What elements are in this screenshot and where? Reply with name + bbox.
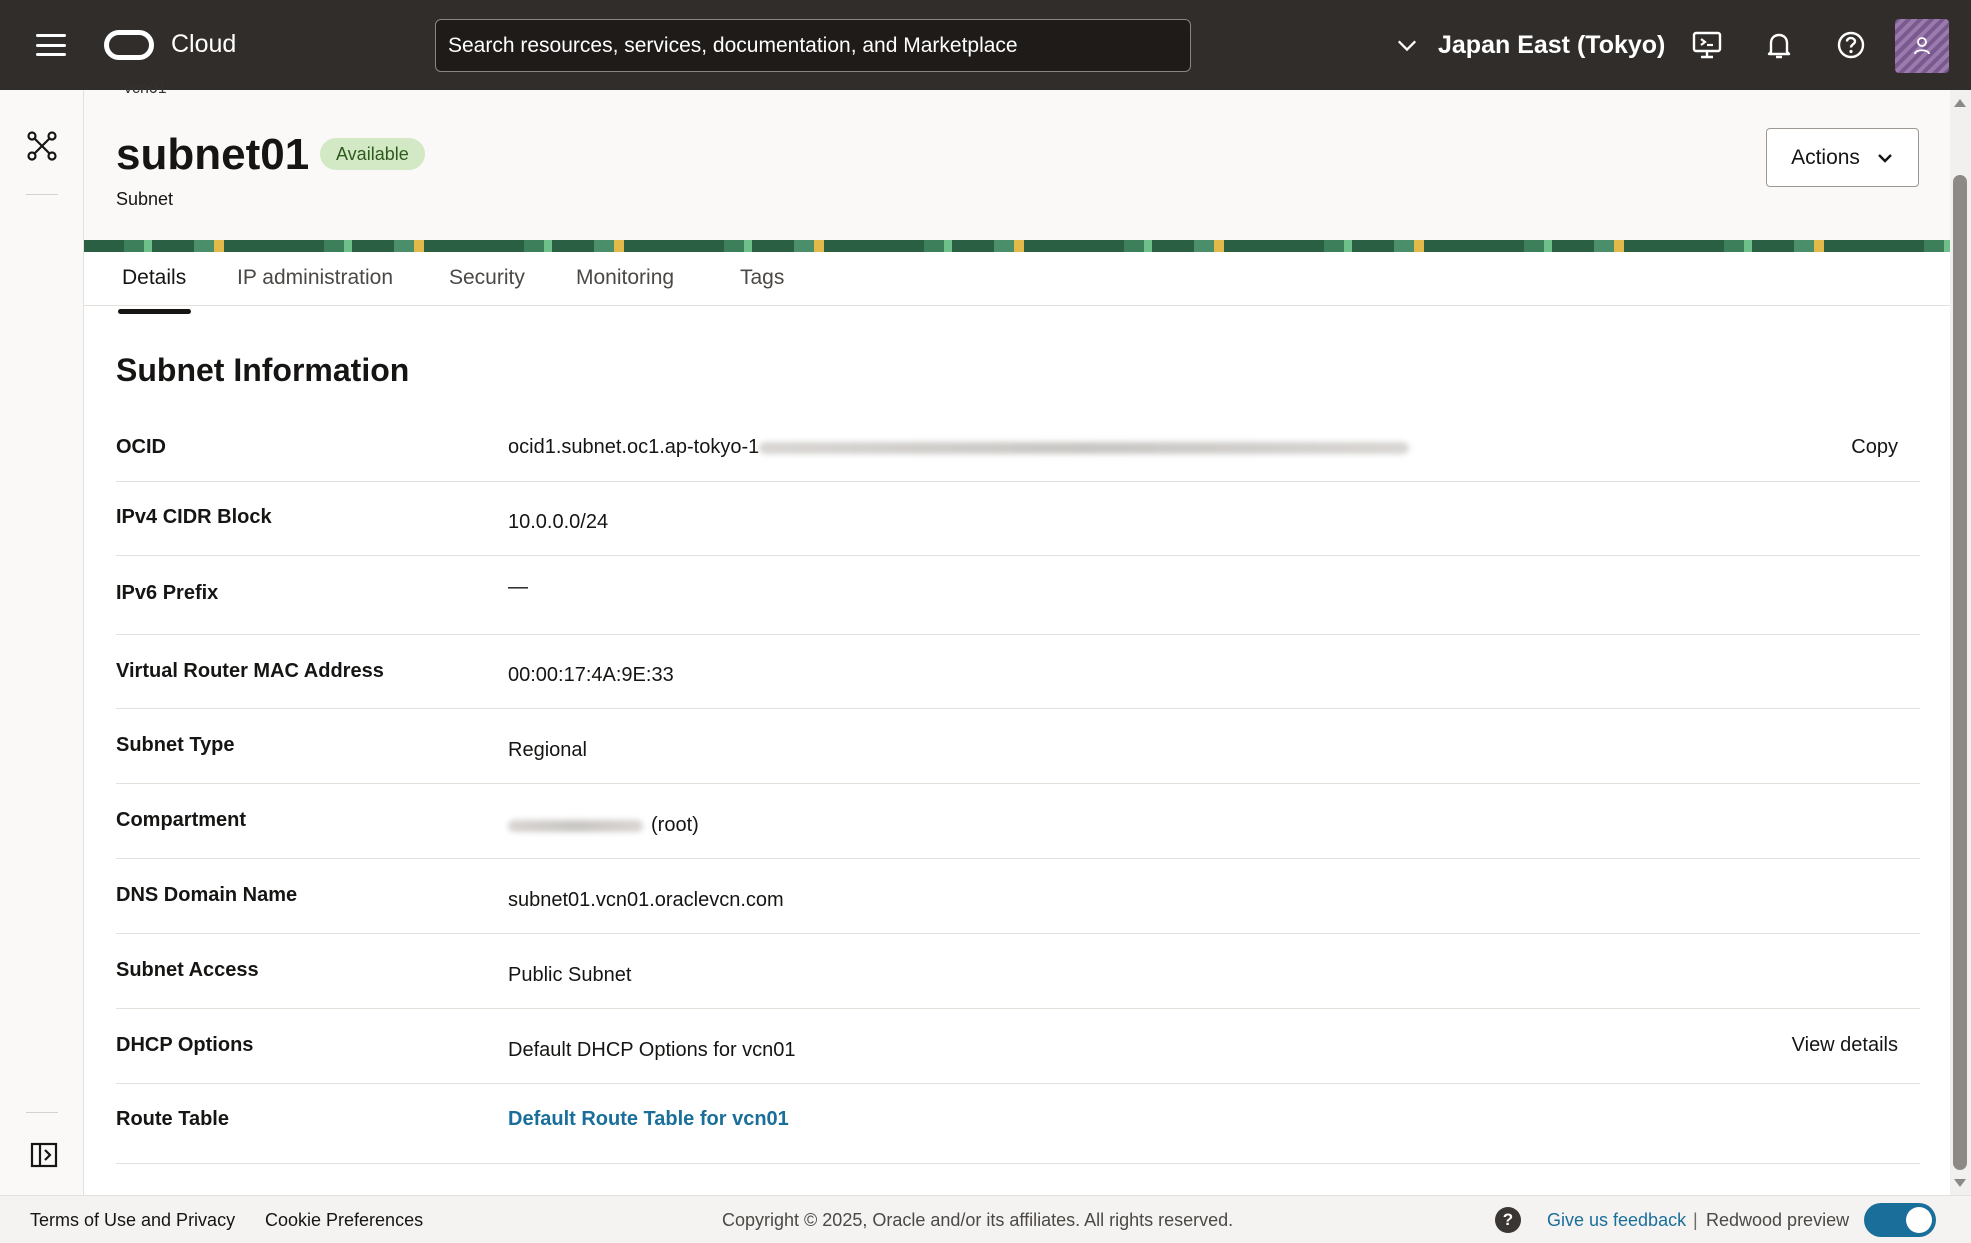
row-label-ipv6: IPv6 Prefix <box>116 582 219 604</box>
rail-divider <box>26 194 58 195</box>
row-label-ipv4: IPv4 CIDR Block <box>116 506 272 528</box>
page-subtitle: Subnet <box>116 189 174 209</box>
expand-panel-icon[interactable] <box>30 1142 58 1168</box>
redacted-text <box>759 441 1410 454</box>
redwood-preview-toggle[interactable] <box>1864 1203 1936 1237</box>
bell-icon[interactable] <box>1762 28 1796 62</box>
row-value-ipv4: 10.0.0.0/24 <box>508 511 609 533</box>
row-label-subnet-access: Subnet Access <box>116 959 259 981</box>
row-label-compartment: Compartment <box>116 809 247 831</box>
tab-ip-administration[interactable]: IP administration <box>237 266 393 290</box>
row-divider <box>116 1008 1920 1009</box>
copy-button[interactable]: Copy <box>1851 436 1898 459</box>
page-header: vcn01 subnet01 Available Subnet Actions <box>84 80 1950 240</box>
oracle-logo-icon[interactable] <box>104 30 154 60</box>
compartment-root: (root) <box>651 814 699 836</box>
copyright-text: Copyright © 2025, Oracle and/or its affi… <box>722 1210 1234 1230</box>
help-icon[interactable] <box>1834 28 1868 62</box>
tab-tags[interactable]: Tags <box>740 266 784 290</box>
section-title: Subnet Information <box>116 352 410 388</box>
toggle-knob <box>1906 1207 1932 1233</box>
row-label-dns: DNS Domain Name <box>116 884 298 906</box>
left-rail <box>0 90 84 1195</box>
top-header: Cloud Search resources, services, docume… <box>0 0 1971 90</box>
footer-separator: | <box>1693 1210 1698 1230</box>
row-label-subnet-type: Subnet Type <box>116 734 235 756</box>
region-label: Japan East (Tokyo) <box>1438 30 1666 59</box>
actions-label: Actions <box>1791 145 1860 169</box>
footer: Terms of Use and Privacy Cookie Preferen… <box>0 1195 1971 1243</box>
feedback-link[interactable]: Give us feedback <box>1547 1210 1686 1231</box>
route-table-link[interactable]: Default Route Table for vcn01 <box>508 1108 789 1131</box>
menu-icon[interactable] <box>30 28 72 62</box>
feedback-help-icon[interactable]: ? <box>1495 1207 1521 1233</box>
ocid-prefix: ocid1.subnet.oc1.ap-tokyo-1 <box>508 436 760 458</box>
redwood-preview-label: Redwood preview <box>1706 1210 1850 1230</box>
scroll-down-icon[interactable] <box>1953 1178 1967 1188</box>
main-content: vcn01 subnet01 Available Subnet Actions … <box>84 80 1950 1195</box>
row-label-route-table: Route Table <box>116 1108 229 1130</box>
redacted-text <box>508 819 643 832</box>
page-title: subnet01 <box>116 130 310 179</box>
row-divider <box>116 783 1920 784</box>
row-divider <box>116 1083 1920 1084</box>
row-value-dhcp: Default DHCP Options for vcn01 <box>508 1039 796 1061</box>
row-divider <box>116 933 1920 934</box>
terms-link[interactable]: Terms of Use and Privacy <box>30 1210 235 1231</box>
tab-details[interactable]: Details <box>122 266 186 290</box>
rail-divider <box>26 1112 58 1113</box>
tab-security[interactable]: Security <box>449 266 525 290</box>
row-divider <box>116 634 1920 635</box>
status-badge: Available <box>320 138 425 170</box>
row-value-dns: subnet01.vcn01.oraclevcn.com <box>508 889 784 911</box>
tab-bar: Details IP administration Security Monit… <box>84 252 1950 306</box>
cloud-shell-icon[interactable] <box>1690 28 1724 62</box>
cookie-preferences-link[interactable]: Cookie Preferences <box>265 1210 423 1231</box>
row-value-ocid: ocid1.subnet.oc1.ap-tokyo-1 <box>508 436 1410 459</box>
row-divider <box>116 555 1920 556</box>
breadcrumb[interactable]: vcn01 <box>124 80 167 98</box>
decorative-banner <box>84 240 1950 252</box>
scroll-up-icon[interactable] <box>1953 98 1967 108</box>
active-tab-indicator <box>118 309 191 314</box>
row-value-compartment[interactable]: (root) <box>508 814 699 837</box>
view-details-button[interactable]: View details <box>1792 1034 1898 1057</box>
row-label-mac: Virtual Router MAC Address <box>116 660 384 682</box>
actions-button[interactable]: Actions <box>1766 128 1919 187</box>
scrollbar-thumb[interactable] <box>1953 175 1967 1170</box>
row-label-ocid: OCID <box>116 436 166 458</box>
networking-icon[interactable] <box>26 130 58 162</box>
row-divider <box>116 708 1920 709</box>
row-label-dhcp: DHCP Options <box>116 1034 254 1056</box>
region-selector[interactable]: Japan East (Tokyo) <box>1396 27 1665 63</box>
tab-monitoring[interactable]: Monitoring <box>576 266 674 290</box>
row-value-mac: 00:00:17:4A:9E:33 <box>508 664 674 686</box>
chevron-down-icon <box>1397 40 1417 52</box>
row-divider <box>116 481 1920 482</box>
row-value-ipv6: — <box>508 576 528 598</box>
row-value-subnet-type: Regional <box>508 739 587 761</box>
chevron-down-icon <box>1878 153 1892 163</box>
search-input[interactable]: Search resources, services, documentatio… <box>435 19 1191 72</box>
user-avatar[interactable] <box>1895 19 1949 73</box>
brand-name[interactable]: Cloud <box>171 30 236 59</box>
row-divider <box>116 1163 1920 1164</box>
user-icon <box>1914 37 1930 55</box>
row-divider <box>116 858 1920 859</box>
row-value-subnet-access: Public Subnet <box>508 964 632 986</box>
